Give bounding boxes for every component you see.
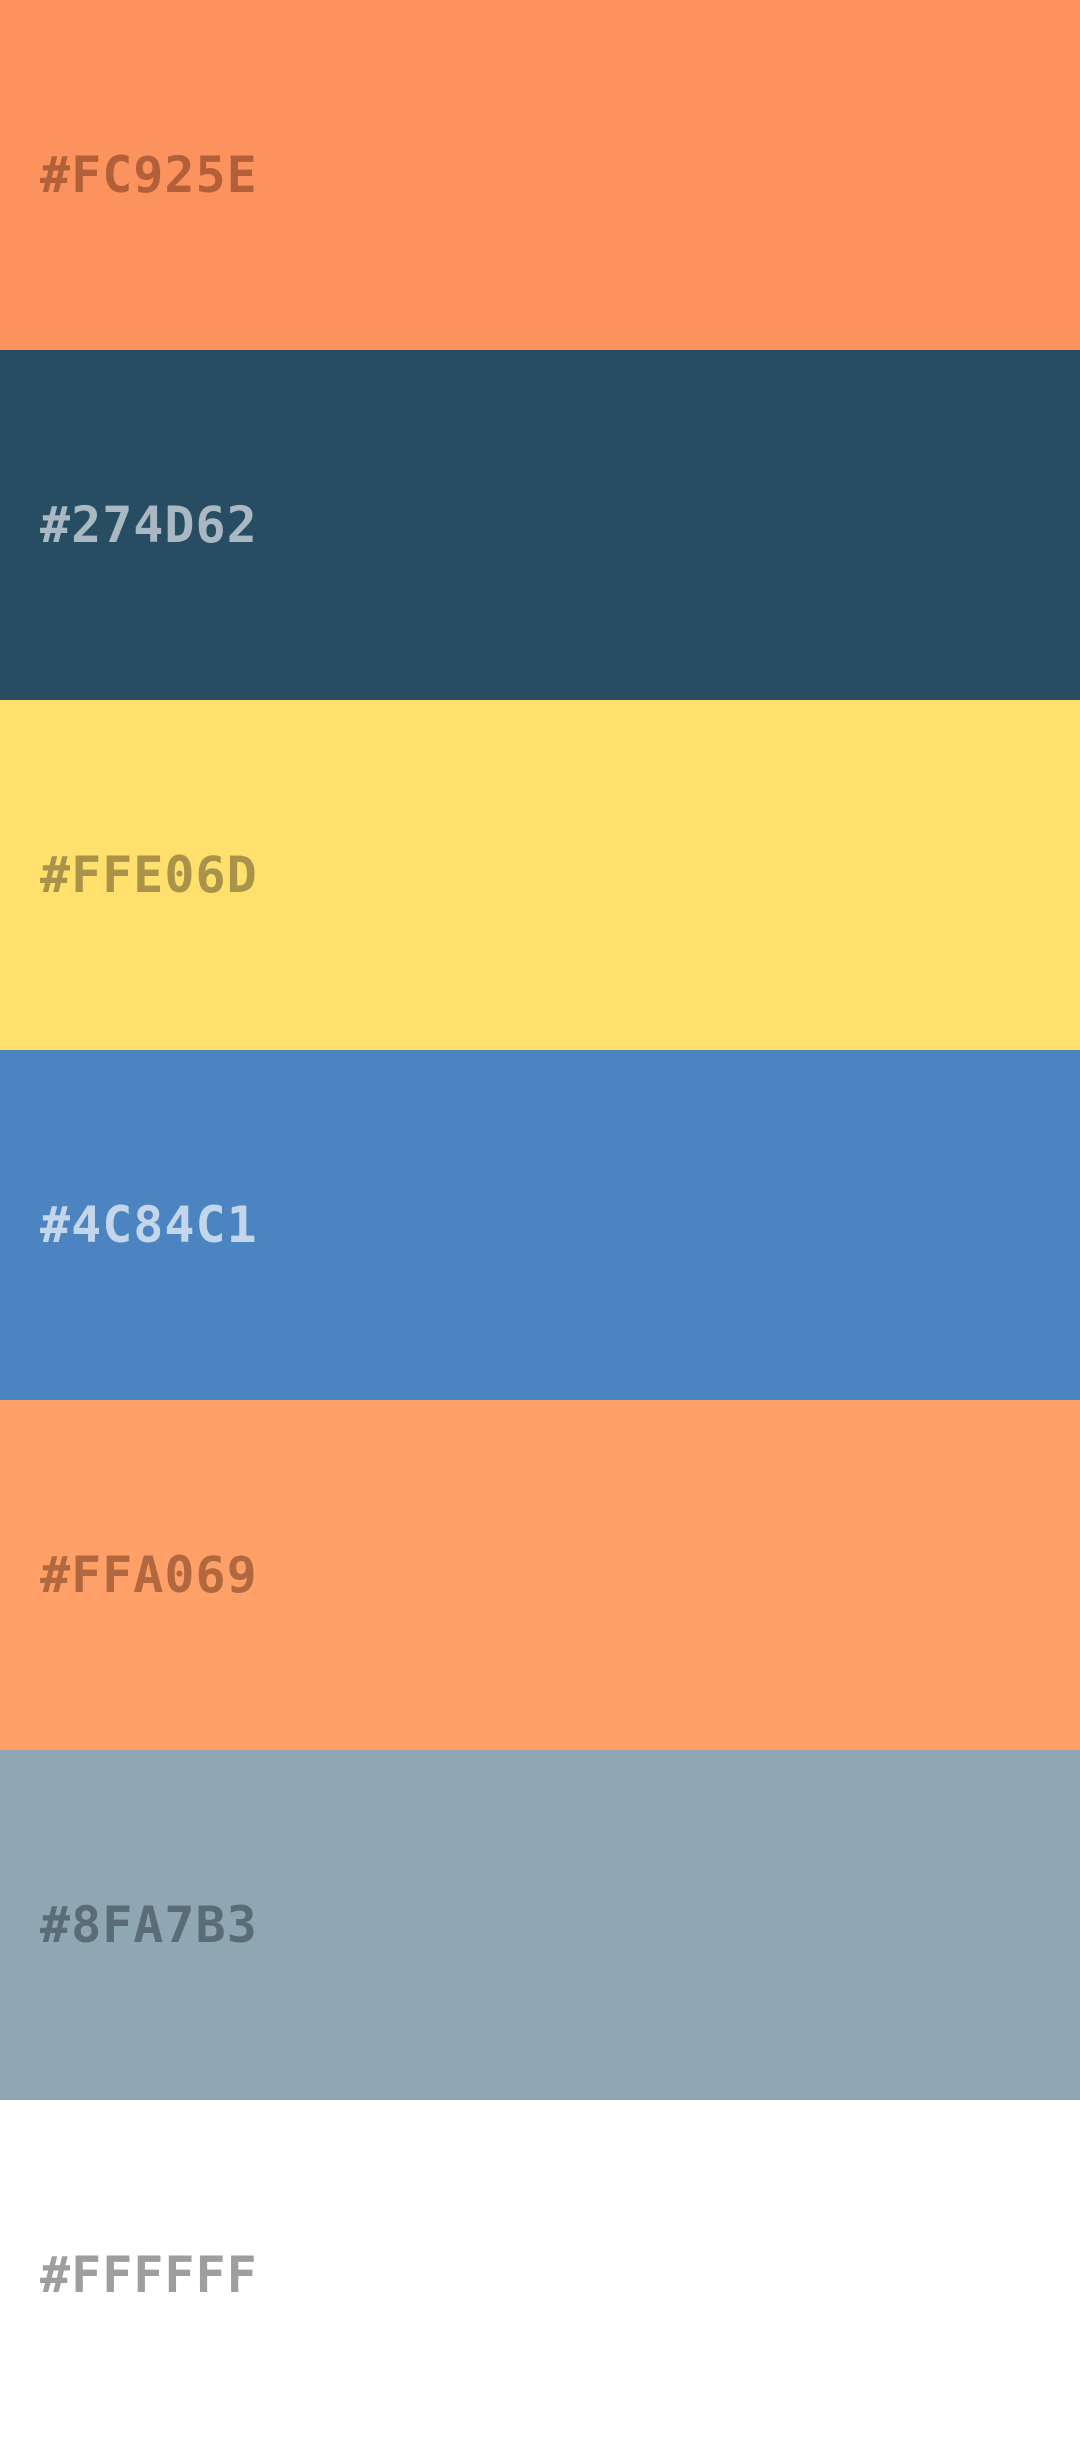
- hex-code-label: #FFFFFF: [40, 2246, 258, 2304]
- color-swatch-2[interactable]: #274D62: [0, 350, 1080, 700]
- hex-code-label: #274D62: [40, 496, 258, 554]
- color-swatch-5[interactable]: #FFA069: [0, 1400, 1080, 1750]
- color-swatch-6[interactable]: #8FA7B3: [0, 1750, 1080, 2100]
- color-swatch-3[interactable]: #FFE06D: [0, 700, 1080, 1050]
- color-swatch-1[interactable]: #FC925E: [0, 0, 1080, 350]
- hex-code-label: #FFE06D: [40, 846, 258, 904]
- hex-code-label: #8FA7B3: [40, 1896, 258, 1954]
- hex-code-label: #4C84C1: [40, 1196, 258, 1254]
- hex-code-label: #FFA069: [40, 1546, 258, 1604]
- color-swatch-7[interactable]: #FFFFFF: [0, 2100, 1080, 2450]
- hex-code-label: #FC925E: [40, 146, 258, 204]
- color-palette: #FC925E #274D62 #FFE06D #4C84C1 #FFA069 …: [0, 0, 1080, 2450]
- color-swatch-4[interactable]: #4C84C1: [0, 1050, 1080, 1400]
